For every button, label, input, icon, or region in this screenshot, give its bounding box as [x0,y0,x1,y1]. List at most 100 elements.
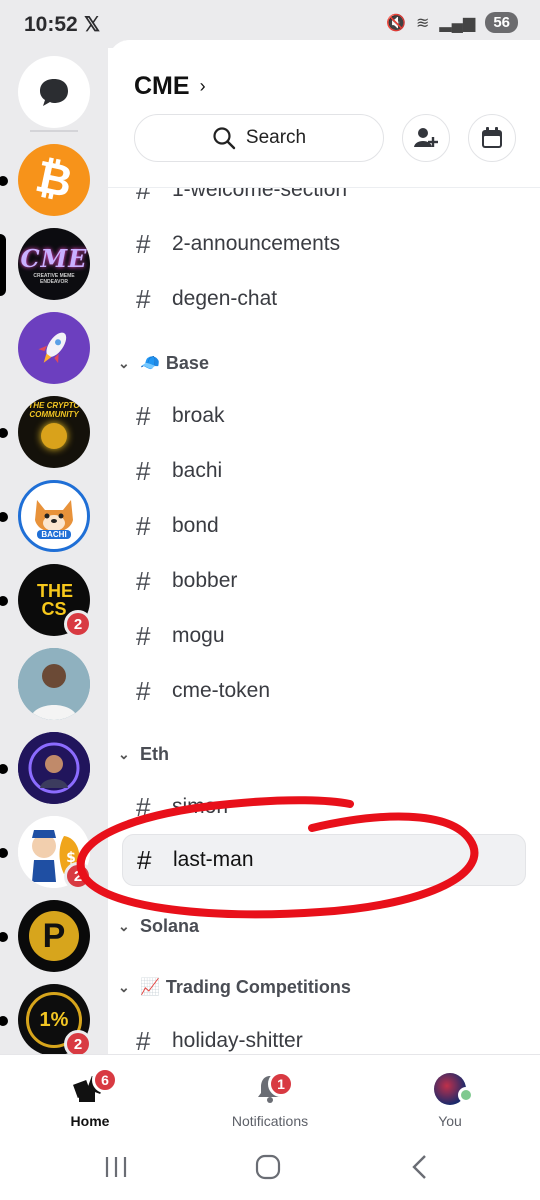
online-status-dot [458,1087,474,1103]
status-indicators: 🔇 ≋ ▂▄▆ 56 [386,12,518,33]
category-label: Solana [140,915,200,936]
cme-logo-text: CME [20,243,88,273]
channel-bobber[interactable]: # bobber [122,555,526,607]
selected-server-pill [0,234,6,296]
server-icon-crypto-community[interactable]: THE CRYPTO COMMUNITY [18,396,90,468]
channel-announcements[interactable]: # 2-announcements [122,218,526,270]
hash-icon: # [136,565,151,596]
channel-name: bond [172,514,219,537]
home-servers-icon: 6 [70,1067,118,1109]
channel-name: mogu [172,624,225,647]
chevron-down-icon: ⌄ [118,978,130,995]
mute-icon: 🔇 [386,14,406,32]
hash-icon: # [136,620,151,651]
server-icon-gamer[interactable] [18,732,90,804]
home-circle-icon [255,1154,281,1180]
hash-icon: # [136,791,151,822]
panel-header: CME › Search [108,40,540,188]
unread-pill [0,512,8,522]
bachi-label: BACHI [37,529,71,539]
calendar-icon [482,127,502,148]
category-trading-competitions[interactable]: ⌄ 📈 Trading Competitions [118,972,351,1002]
search-button[interactable]: Search [134,114,384,162]
server-icon-rocket[interactable] [18,312,90,384]
rail-divider [30,130,78,132]
server-icon-bitcoin[interactable]: ₿ [18,144,90,216]
unread-pill [0,176,8,186]
mention-badge: 2 [64,610,92,638]
channel-last-man[interactable]: # last-man [122,834,526,886]
recent-apps-icon [105,1157,127,1177]
avatar-gamer-icon [18,732,90,804]
nav-notifications[interactable]: 1 Notifications [200,1055,340,1135]
channel-name: 2-announcements [172,232,341,255]
channel-degen-chat[interactable]: # degen-chat [122,273,526,325]
category-solana[interactable]: ⌄ Solana [118,911,199,941]
channel-bond[interactable]: # bond [122,500,526,552]
events-button[interactable] [468,114,516,162]
chat-bubble-icon [40,79,68,106]
server-icon-bachi[interactable]: BACHI [18,480,90,552]
chevron-down-icon: ⌄ [118,745,130,762]
direct-messages-button[interactable] [18,56,90,128]
unread-pill [0,428,8,438]
home-system-button[interactable] [248,1152,288,1182]
channel-name: simon [172,795,229,818]
nav-home-label: Home [70,1113,110,1129]
bitcoin-icon: ₿ [31,151,77,208]
nav-you[interactable]: You [380,1055,520,1135]
system-navigation-bar [0,1134,540,1200]
shiba-dog-icon [35,499,73,532]
wifi-icon: ≋ [415,14,430,32]
unread-pill [0,596,8,606]
one-percent-label: 1% [39,1008,69,1031]
hash-icon: # [136,1025,151,1055]
the-cs-logo-text: THE CS [37,581,73,619]
nav-notifications-label: Notifications [231,1113,309,1129]
chevron-down-icon: ⌄ [118,354,130,371]
nav-home[interactable]: 6 Home [20,1055,160,1135]
channel-name: degen-chat [172,287,278,310]
hash-icon: # [136,675,151,706]
server-icon-p-coin[interactable]: P [18,900,90,972]
server-icon-person[interactable] [18,648,90,720]
hash-icon: # [136,283,151,314]
battery-indicator: 56 [485,12,518,33]
chevron-right-icon: › [199,76,206,96]
channel-name: cme-token [172,679,271,702]
search-label: Search [245,127,307,148]
server-icon-cme[interactable]: CME CREATIVE MEME ENDEAVOR [18,228,90,300]
back-button[interactable] [400,1152,440,1182]
hash-icon: # [136,455,151,486]
hash-icon: # [136,400,151,431]
recent-apps-button[interactable] [96,1152,136,1182]
mention-badge: 2 [64,862,92,890]
channel-cme-token[interactable]: # cme-token [122,665,526,717]
channel-broak[interactable]: # broak [122,390,526,442]
server-name-button[interactable]: CME › [134,72,206,101]
search-icon [213,127,236,150]
notifications-badge: 1 [268,1071,294,1097]
invite-members-button[interactable] [402,114,450,162]
nav-you-label: You [438,1113,462,1129]
home-badge: 6 [92,1067,118,1093]
category-eth[interactable]: ⌄ Eth [118,739,169,769]
add-member-icon [414,128,438,147]
category-label: Eth [140,743,169,764]
unread-pill [0,848,8,858]
channel-holiday-shitter[interactable]: # holiday-shitter [122,1015,526,1055]
crypto-community-label: THE CRYPTO COMMUNITY [28,401,80,419]
unread-pill [0,1016,8,1026]
category-base[interactable]: ⌄ 🧢 Base [118,348,209,378]
category-label: Base [165,352,209,373]
svg-text:₿: ₿ [31,151,77,208]
bottom-navigation: 6 Home 1 Notifications You [0,1054,540,1134]
rocket-icon [38,332,67,364]
channel-simon[interactable]: # simon [122,781,526,833]
channel-name: last-man [173,848,254,871]
cap-emoji-icon: 🧢 [140,355,160,372]
channel-panel: CME › Search # 1-welcome-section # 2-ann… [108,40,540,1054]
channel-bachi[interactable]: # bachi [122,445,526,497]
channel-mogu[interactable]: # mogu [122,610,526,662]
channel-name: holiday-shitter [172,1029,303,1052]
